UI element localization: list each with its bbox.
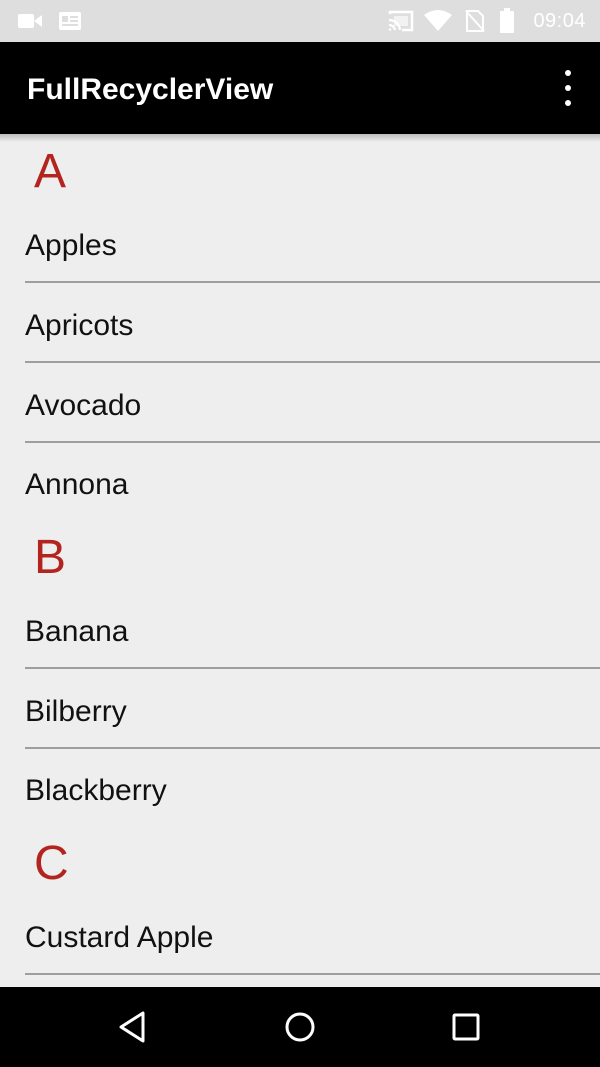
section-header-c: C	[34, 837, 69, 890]
navigation-bar	[0, 987, 600, 1067]
list-item-label: Banana	[25, 615, 129, 648]
back-icon[interactable]	[113, 1007, 153, 1047]
status-bar: 09:04	[0, 0, 600, 42]
list-item[interactable]: Banana	[25, 589, 600, 669]
list-item-label: Avocado	[25, 389, 142, 422]
list-item-label: Custard Apple	[25, 921, 214, 954]
section-header-a: A	[34, 145, 67, 198]
list-item[interactable]: Custard Apple	[25, 895, 600, 975]
recents-icon[interactable]	[446, 1007, 486, 1047]
list-item-label: Annona	[25, 468, 129, 501]
list-item[interactable]: Blackberry	[25, 748, 600, 828]
wifi-icon	[422, 0, 454, 42]
news-notification-icon	[57, 0, 83, 42]
list-item-label: Apricots	[25, 309, 134, 342]
list-item[interactable]: Bilberry	[25, 669, 600, 749]
status-time: 09:04	[533, 10, 586, 32]
cast-icon	[386, 0, 416, 42]
recycler-list[interactable]: A Apples Apricots Avocado Annona B Banan…	[0, 134, 600, 987]
no-sim-icon	[464, 0, 486, 42]
app-bar: FullRecyclerView	[0, 42, 600, 134]
list-item-label: Bilberry	[25, 695, 127, 728]
list-item[interactable]: Apples	[25, 203, 600, 283]
battery-icon	[498, 0, 516, 42]
video-camera-icon	[16, 0, 44, 42]
list-item[interactable]: Avocado	[25, 363, 600, 443]
app-title: FullRecyclerView	[27, 73, 274, 106]
app-bar-shadow	[0, 134, 600, 142]
list-item[interactable]: Apricots	[25, 283, 600, 363]
list-item-label: Apples	[25, 229, 117, 262]
list-item[interactable]: Annona	[25, 442, 600, 522]
home-icon[interactable]	[280, 1007, 320, 1047]
list-item-label: Blackberry	[25, 774, 167, 807]
more-vertical-icon[interactable]	[554, 70, 582, 106]
section-header-b: B	[34, 531, 67, 584]
